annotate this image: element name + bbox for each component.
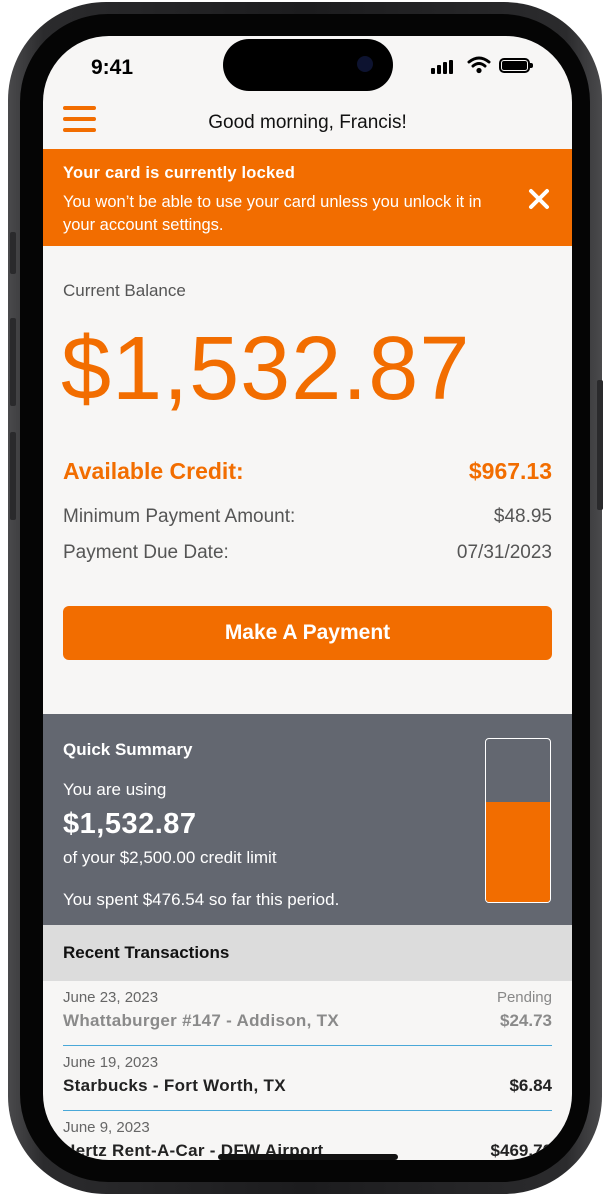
transaction-row[interactable]: June 23, 2023 Pending Whattaburger #147 … <box>63 981 552 1046</box>
current-balance-amount: $1,532.87 <box>61 319 471 419</box>
transaction-row[interactable]: June 9, 2023 Hertz Rent-A-Car - DFW Airp… <box>63 1111 552 1160</box>
transaction-amount: $24.73 <box>500 1011 552 1030</box>
transaction-date: June 9, 2023 <box>63 1119 150 1136</box>
side-button <box>597 380 603 510</box>
status-time: 9:41 <box>91 56 134 79</box>
current-balance-label: Current Balance <box>63 281 186 300</box>
volume-up-button <box>10 318 16 406</box>
close-icon[interactable] <box>527 187 551 211</box>
wifi-icon <box>467 56 491 74</box>
credit-usage-fill <box>486 802 550 902</box>
transaction-date: June 19, 2023 <box>63 1054 159 1071</box>
transaction-date: June 23, 2023 <box>63 989 159 1006</box>
home-indicator[interactable] <box>218 1154 398 1160</box>
available-credit-value: $967.13 <box>468 458 552 484</box>
banner-title: Your card is currently locked <box>63 164 295 182</box>
recent-transactions-header: Recent Transactions <box>43 925 572 981</box>
quick-summary: Quick Summary You are using $1,532.87 of… <box>43 714 572 925</box>
greeting-title: Good morning, Francis! <box>208 112 407 133</box>
make-payment-button[interactable]: Make A Payment <box>63 606 552 660</box>
minimum-payment-value: $48.95 <box>493 506 552 527</box>
locked-card-banner: Your card is currently locked You won’t … <box>43 149 572 246</box>
minimum-payment-label: Minimum Payment Amount: <box>63 506 296 527</box>
transaction-status: Pending <box>496 989 552 1006</box>
summary-credit-limit: of your $2,500.00 credit limit <box>63 848 277 867</box>
available-credit-label: Available Credit: <box>63 458 244 484</box>
payment-due-value: 07/31/2023 <box>456 542 552 563</box>
recent-transactions-title: Recent Transactions <box>63 943 230 962</box>
summary-using-label: You are using <box>63 780 167 799</box>
transaction-amount: $469.70 <box>490 1141 552 1160</box>
transaction-merchant: Whattaburger #147 - Addison, TX <box>63 1011 339 1030</box>
screen: 9:41 Good morning, Francis! Your card is… <box>43 36 572 1160</box>
transaction-row[interactable]: June 19, 2023 Starbucks - Fort Worth, TX… <box>63 1046 552 1111</box>
transaction-merchant: Starbucks - Fort Worth, TX <box>63 1076 286 1095</box>
volume-down-button <box>10 432 16 520</box>
banner-message: You won’t be able to use your card unles… <box>63 193 482 234</box>
action-button <box>10 232 16 274</box>
summary-using-amount: $1,532.87 <box>63 808 197 840</box>
transaction-amount: $6.84 <box>509 1076 552 1095</box>
summary-title: Quick Summary <box>63 740 193 759</box>
camera-icon <box>357 56 373 72</box>
credit-usage-gauge <box>485 738 551 903</box>
payment-due-label: Payment Due Date: <box>63 542 229 563</box>
status-bar: 9:41 <box>43 36 572 104</box>
summary-spent-text: You spent $476.54 so far this period. <box>63 890 340 909</box>
battery-icon <box>499 58 533 73</box>
